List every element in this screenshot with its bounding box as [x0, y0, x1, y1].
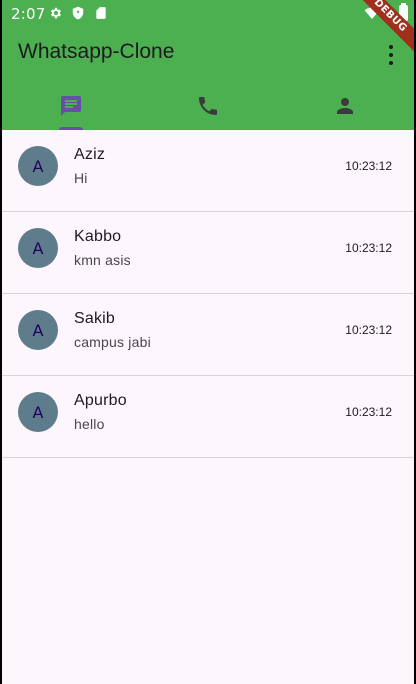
chat-time: 10:23:12: [345, 405, 392, 419]
chat-name: Aziz: [74, 146, 106, 163]
gear-icon: [50, 7, 62, 19]
chat-icon: [60, 96, 81, 116]
avatar: A: [18, 146, 58, 186]
chat-message: kmn asis: [74, 252, 131, 268]
status-bar: 2:07: [2, 0, 414, 28]
shield-icon: [72, 6, 84, 20]
avatar: A: [18, 392, 58, 432]
app-screen: 2:07 Whatsapp-Clone DEBUG A Aziz Hi 10:2…: [2, 0, 414, 684]
chat-list-item[interactable]: A Aziz Hi 10:23:12: [2, 130, 414, 212]
more-vert-icon[interactable]: [384, 44, 398, 66]
chat-name: Kabbo: [74, 228, 122, 245]
page-title: Whatsapp-Clone: [18, 40, 175, 63]
chat-list-item[interactable]: A Kabbo kmn asis 10:23:12: [2, 212, 414, 294]
status-time: 2:07: [11, 5, 46, 23]
app-bar: 2:07 Whatsapp-Clone: [2, 0, 414, 130]
chat-message: hello: [74, 416, 105, 432]
chat-list-item[interactable]: A Sakib campus jabi 10:23:12: [2, 294, 414, 376]
avatar: A: [18, 310, 58, 350]
tab-contacts[interactable]: [277, 82, 414, 130]
tab-calls[interactable]: [139, 82, 276, 130]
sd-card-icon: [96, 7, 106, 19]
chat-name: Sakib: [74, 310, 116, 327]
chat-time: 10:23:12: [345, 323, 392, 337]
tab-bar: [2, 82, 414, 130]
chat-time: 10:23:12: [345, 241, 392, 255]
chat-time: 10:23:12: [345, 159, 392, 173]
chat-message: campus jabi: [74, 334, 151, 350]
tab-chats[interactable]: [2, 82, 139, 130]
chat-list-item[interactable]: A Apurbo hello 10:23:12: [2, 376, 414, 458]
person-icon: [337, 98, 354, 114]
chat-list: A Aziz Hi 10:23:12 A Kabbo kmn asis 10:2…: [2, 130, 414, 458]
phone-icon: [198, 97, 217, 115]
chat-name: Apurbo: [74, 392, 127, 409]
chat-message: Hi: [74, 170, 88, 186]
avatar: A: [18, 228, 58, 268]
